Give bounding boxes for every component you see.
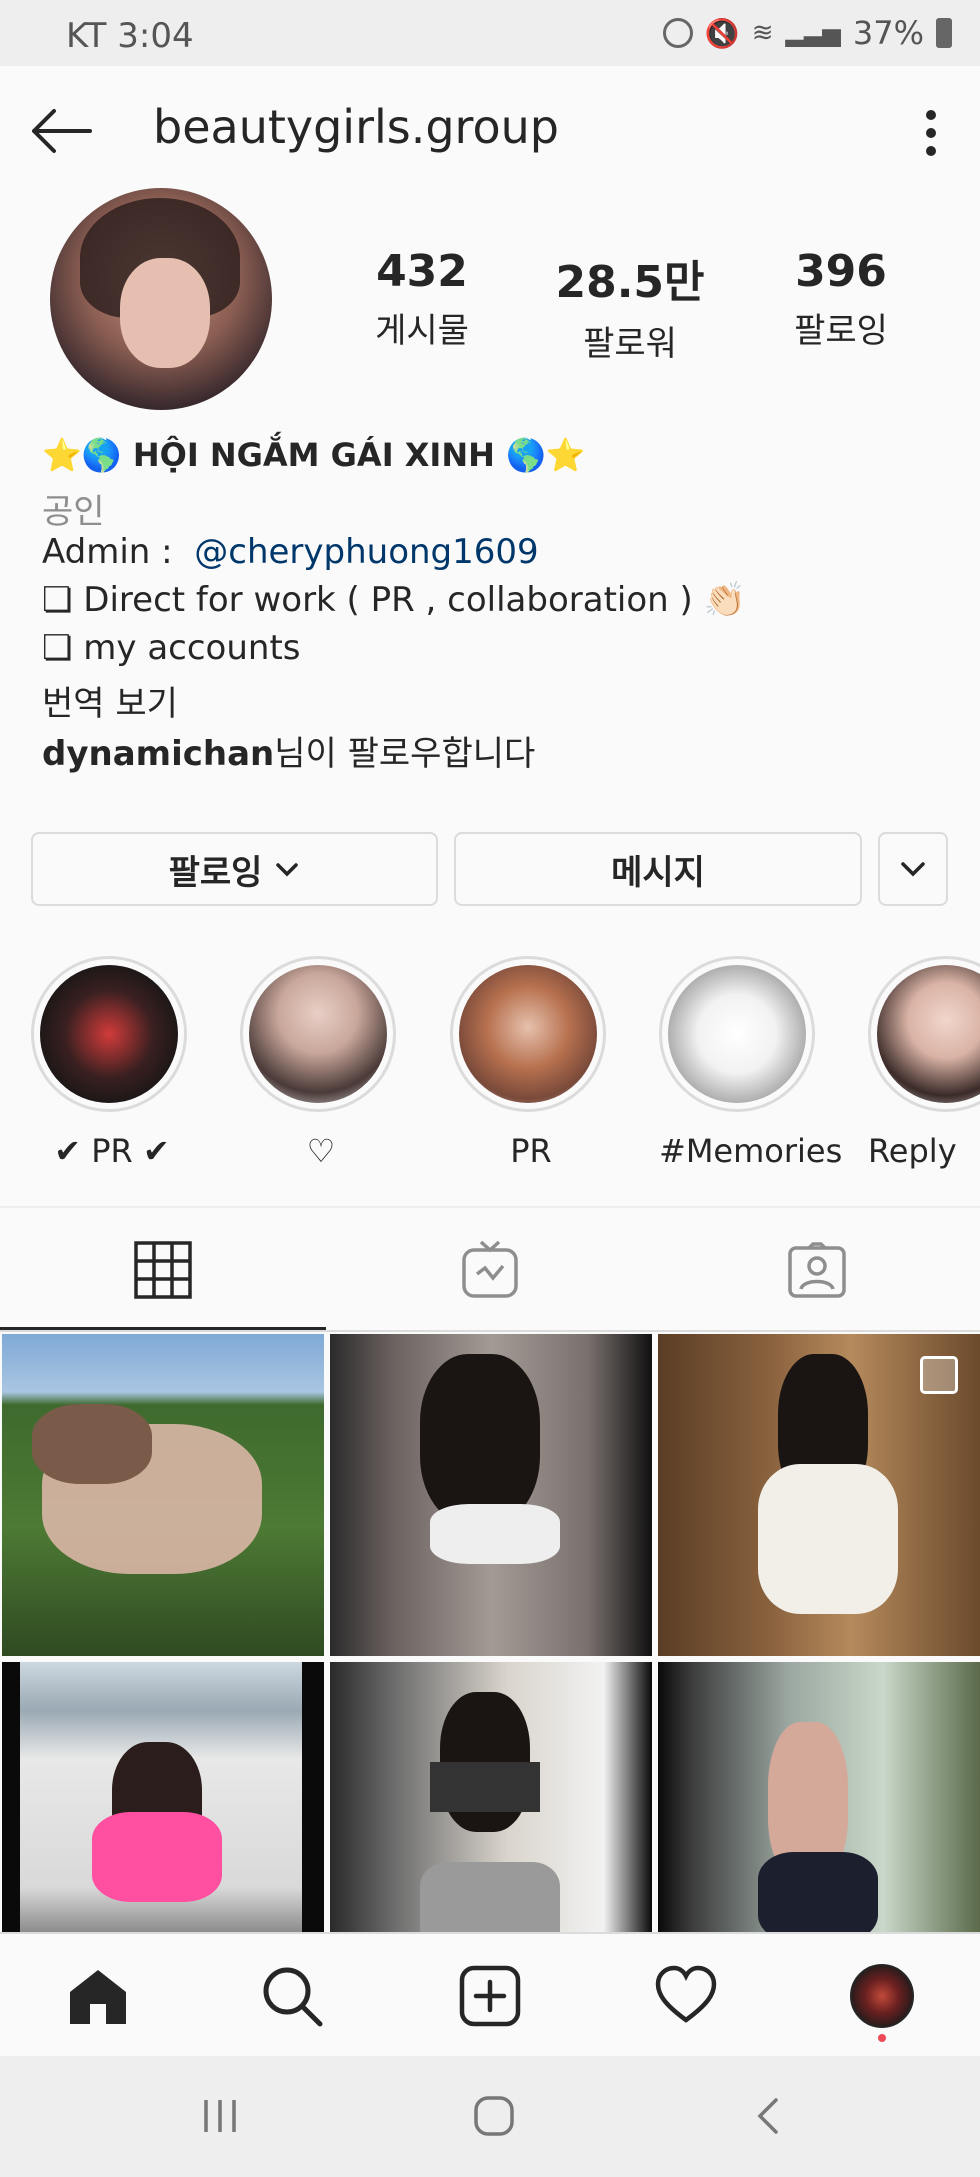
highlight-label: #Memories	[659, 1132, 843, 1170]
post-thumbnail[interactable]	[330, 1662, 652, 1934]
clock: 3:04	[117, 16, 194, 56]
post-thumbnail[interactable]	[330, 1334, 652, 1656]
system-back-icon[interactable]	[752, 2096, 784, 2136]
battery-icon	[936, 18, 952, 48]
post-thumbnail[interactable]	[658, 1662, 980, 1934]
highlight-reply[interactable]: Reply	[868, 956, 980, 1170]
notification-dot	[878, 2034, 886, 2042]
wifi-icon: ≋	[751, 18, 774, 48]
more-options-icon[interactable]	[916, 106, 946, 166]
following-label: 팔로잉	[794, 311, 888, 351]
grid-icon	[134, 1241, 192, 1299]
highlight-pr[interactable]: PR	[450, 956, 612, 1170]
posts-grid	[0, 1334, 980, 1934]
highlight-pr-check[interactable]: ✔ PR ✔	[31, 956, 193, 1170]
highlight-label: Reply	[868, 1132, 957, 1170]
stat-following[interactable]: 396 팔로잉	[741, 246, 941, 352]
suggested-accounts-button[interactable]	[878, 832, 948, 906]
status-bar: KT 3:04 🔇 ≋ ▂▃▅ 37%	[0, 0, 980, 66]
back-arrow-icon[interactable]	[28, 106, 94, 156]
divider	[0, 1330, 980, 1332]
posts-label: 게시물	[375, 311, 469, 351]
highlight-heart[interactable]: ♡	[240, 956, 402, 1170]
home-circle-icon[interactable]	[472, 2094, 516, 2138]
followers-count: 28.5만	[555, 257, 705, 308]
followed-by-suffix: 님이 팔로우합니다	[274, 734, 536, 774]
tab-tagged[interactable]	[654, 1208, 980, 1332]
followed-by-text[interactable]: dynamichan님이 팔로우합니다	[42, 726, 535, 775]
carrier-label: KT	[66, 16, 107, 56]
post-thumbnail[interactable]	[2, 1334, 324, 1656]
own-profile-avatar[interactable]	[850, 1964, 914, 2028]
stat-posts[interactable]: 432 게시물	[322, 246, 522, 352]
status-time: KT 3:04	[66, 16, 194, 56]
admin-mention-link[interactable]: @cheryphuong1609	[194, 532, 538, 572]
following-count: 396	[795, 246, 887, 297]
profile-header: beautygirls.group	[0, 66, 980, 188]
bio-line-accounts: ❏ my accounts	[42, 628, 301, 668]
following-button[interactable]: 팔로잉	[31, 832, 438, 906]
highlight-label: PR	[510, 1132, 552, 1170]
tab-grid[interactable]	[0, 1208, 326, 1332]
see-translation-link[interactable]: 번역 보기	[42, 676, 178, 725]
search-icon[interactable]	[260, 1964, 324, 2028]
bio-admin-prefix: Admin :	[42, 532, 195, 572]
status-icons: 🔇 ≋ ▂▃▅ 37%	[662, 14, 952, 52]
message-button-label: 메시지	[611, 852, 705, 893]
bottom-navigation	[0, 1932, 980, 2058]
stat-followers[interactable]: 28.5만 팔로워	[530, 246, 730, 365]
bio-admin-line: Admin : @cheryphuong1609	[42, 532, 539, 572]
following-button-label: 팔로잉	[168, 852, 263, 893]
highlight-memories[interactable]: #Memories	[659, 956, 843, 1170]
profile-avatar[interactable]	[50, 188, 272, 410]
tab-igtv[interactable]	[327, 1208, 653, 1332]
highlight-label: ♡	[306, 1132, 336, 1170]
profile-username: beautygirls.group	[153, 100, 559, 154]
posts-count: 432	[376, 246, 468, 297]
post-thumbnail[interactable]	[658, 1334, 980, 1656]
post-thumbnail[interactable]	[2, 1662, 324, 1934]
tagged-user-icon	[788, 1242, 846, 1298]
igtv-icon	[462, 1240, 518, 1298]
message-button[interactable]: 메시지	[454, 832, 862, 906]
followed-by-username: dynamichan	[42, 734, 275, 774]
activity-heart-icon[interactable]	[654, 1964, 718, 2028]
bio-line-work: ❏ Direct for work ( PR , collaboration )…	[42, 580, 746, 620]
chevron-down-icon	[901, 862, 925, 877]
followers-label: 팔로워	[583, 324, 677, 364]
recent-apps-icon[interactable]	[200, 2096, 240, 2136]
profile-category: 공인	[42, 492, 105, 532]
chevron-down-icon	[276, 863, 299, 877]
profile-display-name: ⭐🌎 HỘI NGẮM GÁI XINH 🌎⭐	[42, 436, 586, 474]
highlight-label: ✔ PR ✔	[54, 1132, 170, 1170]
profile-tabs	[0, 1208, 980, 1332]
alarm-icon	[662, 18, 693, 48]
battery-percent: 37%	[852, 14, 924, 52]
new-post-icon[interactable]	[458, 1964, 522, 2028]
signal-icon: ▂▃▅	[785, 19, 841, 47]
carousel-icon	[920, 1356, 958, 1394]
system-navigation-bar	[0, 2056, 980, 2177]
mute-icon: 🔇	[704, 16, 740, 50]
home-icon[interactable]	[66, 1964, 130, 2028]
